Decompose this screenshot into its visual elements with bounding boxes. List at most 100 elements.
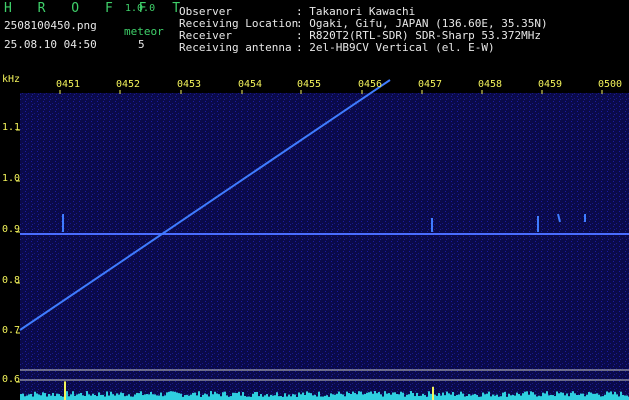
x-tick-label: 0458 <box>478 79 503 90</box>
signal-bar-segment <box>320 396 322 400</box>
signal-bar-segment <box>138 393 140 400</box>
signal-bar-segment <box>284 393 286 400</box>
signal-bar-segment <box>210 391 212 400</box>
signal-bar-segment <box>180 393 182 400</box>
signal-bar-segment <box>344 396 346 400</box>
signal-bar-segment <box>28 394 30 400</box>
signal-bar-segment <box>412 393 414 400</box>
signal-bar-segment <box>574 393 576 400</box>
signal-bar-segment <box>460 391 462 400</box>
signal-bar-segment <box>340 393 342 400</box>
signal-bar-segment <box>450 394 452 400</box>
signal-bar-segment <box>80 392 82 400</box>
signal-bar-segment <box>342 394 344 400</box>
x-tick-label: 0455 <box>297 79 322 90</box>
signal-bar-segment <box>150 391 152 400</box>
signal-bar-segment <box>160 392 162 400</box>
signal-bar-segment <box>508 393 510 400</box>
signal-bar-segment <box>202 394 204 400</box>
signal-bar-segment <box>212 394 214 400</box>
signal-bar-segment <box>626 395 628 400</box>
x-tick-label: 0451 <box>56 79 81 90</box>
signal-bar-segment <box>158 395 160 400</box>
signal-bar-segment <box>222 392 224 400</box>
x-tick-label: 0456 <box>358 79 383 90</box>
x-tick-label: 0457 <box>418 79 443 90</box>
signal-bar-segment <box>230 396 232 400</box>
x-tick-label: 0459 <box>538 79 563 90</box>
signal-bar-segment <box>152 394 154 400</box>
signal-bar-segment <box>46 396 48 400</box>
x-tick-label: 0454 <box>238 79 263 90</box>
signal-bar-segment <box>330 393 332 400</box>
signal-bar-segment <box>430 393 432 400</box>
signal-bar-segment <box>274 395 276 400</box>
signal-bar-segment <box>582 393 584 400</box>
signal-bar-segment <box>186 394 188 400</box>
y-tick-label: 0.8 <box>2 275 21 286</box>
signal-bar-segment <box>608 392 610 400</box>
signal-bar-segment <box>174 391 176 400</box>
signal-bar-segment <box>286 396 288 400</box>
signal-bar-segment <box>244 395 246 400</box>
signal-bar-segment <box>484 394 486 400</box>
signal-bar-segment <box>376 393 378 400</box>
signal-bar-segment <box>114 395 116 400</box>
signal-bar-segment <box>388 393 390 400</box>
signal-bar-segment <box>492 394 494 400</box>
signal-bar-segment <box>584 396 586 400</box>
signal-bar-segment <box>536 396 538 400</box>
signal-bar-segment <box>22 393 24 400</box>
signal-bar-segment <box>370 391 372 400</box>
signal-bar-segment <box>172 391 174 400</box>
signal-bar-segment <box>522 393 524 400</box>
signal-bar-segment <box>408 394 410 400</box>
signal-bar-segment <box>44 393 46 400</box>
signal-bar-segment <box>382 396 384 400</box>
spectrum-area <box>20 93 629 400</box>
signal-bar-segment <box>86 391 88 400</box>
signal-bar-segment <box>350 394 352 400</box>
signal-bar-segment <box>270 394 272 400</box>
signal-bar-segment <box>402 392 404 400</box>
signal-bar-segment <box>436 395 438 400</box>
signal-bar-segment <box>398 394 400 400</box>
signal-bar-segment <box>612 394 614 400</box>
signal-bar-segment <box>526 391 528 400</box>
signal-bar-segment <box>618 396 620 400</box>
signal-bar-segment <box>176 392 178 400</box>
signal-bar-segment <box>290 396 292 400</box>
signal-bar-segment <box>226 395 228 400</box>
signal-bar-segment <box>108 395 110 400</box>
signal-bar-segment <box>240 395 242 400</box>
y-tick-label: 1.0 <box>2 173 21 184</box>
signal-bar-segment <box>100 394 102 400</box>
signal-bar-segment <box>308 392 310 400</box>
signal-bar-segment <box>312 395 314 400</box>
signal-bar-segment <box>494 395 496 400</box>
signal-bar-segment <box>490 396 492 400</box>
signal-bar-segment <box>414 396 416 400</box>
signal-bar-segment <box>146 394 148 400</box>
signal-bar-segment <box>580 393 582 400</box>
signal-bar-segment <box>162 396 164 400</box>
signal-bar-segment <box>552 395 554 400</box>
signal-bar-segment <box>198 391 200 400</box>
signal-bar-segment <box>428 391 430 400</box>
signal-bar-segment <box>164 395 166 400</box>
signal-bar-segment <box>458 394 460 400</box>
signal-bar-segment <box>604 394 606 400</box>
signal-bar-segment <box>224 391 226 400</box>
signal-bar-segment <box>424 395 426 400</box>
signal-bar-segment <box>602 396 604 400</box>
signal-bar-segment <box>34 391 36 400</box>
signal-bar-segment <box>306 391 308 400</box>
signal-bar-segment <box>468 394 470 400</box>
signal-bar-segment <box>218 394 220 400</box>
signal-bar-segment <box>58 394 60 400</box>
signal-bar-segment <box>406 394 408 400</box>
signal-bar-segment <box>454 395 456 400</box>
signal-bar-segment <box>216 393 218 400</box>
signal-bar-segment <box>20 394 22 400</box>
signal-bar-segment <box>166 392 168 400</box>
